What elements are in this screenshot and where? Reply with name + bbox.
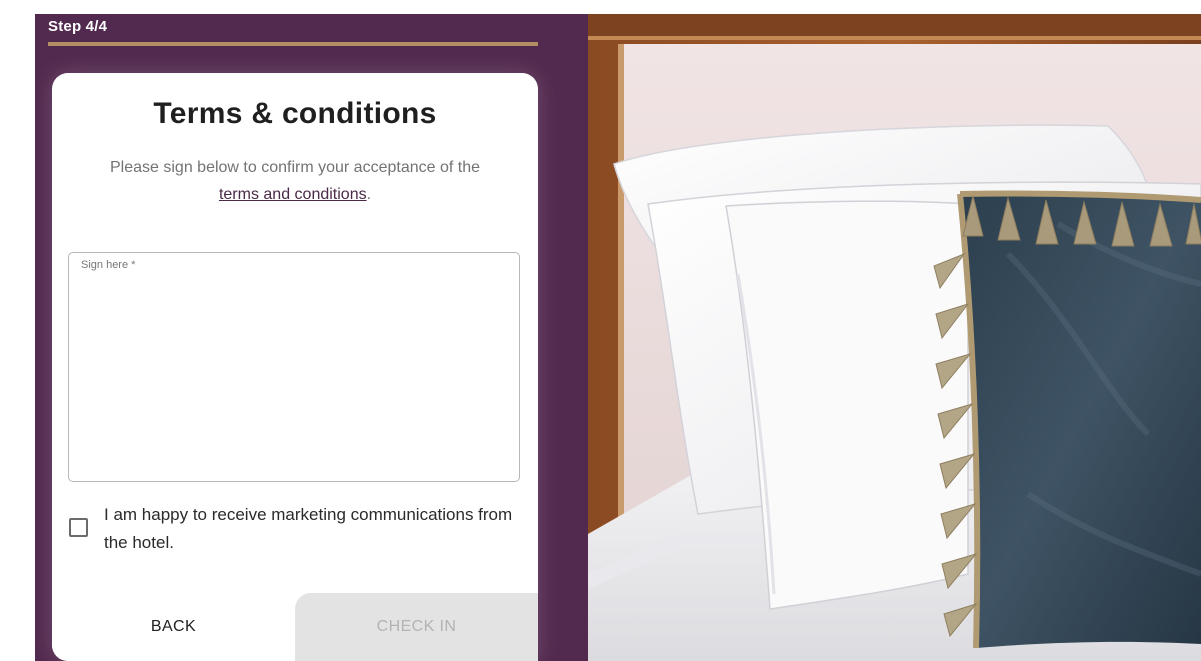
- marketing-checkbox-label[interactable]: I am happy to receive marketing communic…: [104, 501, 514, 557]
- marketing-checkbox[interactable]: [69, 518, 88, 537]
- terms-card: Terms & conditions Please sign below to …: [52, 73, 538, 661]
- check-in-button[interactable]: CHECK IN: [295, 593, 538, 661]
- terms-link[interactable]: terms and conditions: [219, 186, 367, 203]
- terms-description-text: Please sign below to confirm your accept…: [110, 159, 480, 176]
- back-button[interactable]: BACK: [52, 593, 295, 661]
- step-progress-bar: [48, 42, 538, 46]
- top-strip: [0, 0, 1201, 14]
- signature-pad[interactable]: [69, 269, 519, 481]
- step-indicator: Step 4/4: [48, 18, 108, 35]
- terms-description: Please sign below to confirm your accept…: [72, 154, 518, 208]
- page-title: Terms & conditions: [153, 97, 437, 130]
- terms-description-period: .: [366, 186, 372, 203]
- hero-image: [588, 14, 1201, 661]
